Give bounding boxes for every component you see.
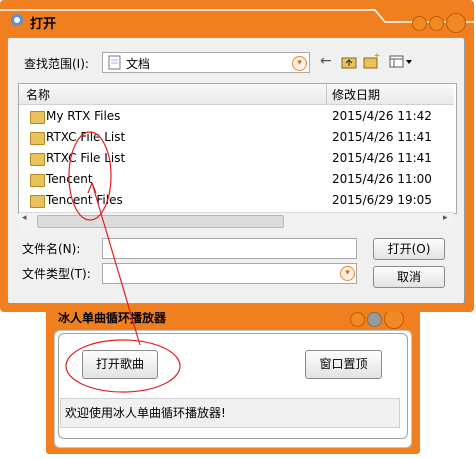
annotation-circle-open-song (65, 339, 181, 393)
annotation-arrow-line (91, 182, 141, 346)
annotation-arrow-head (87, 182, 97, 194)
annotation-overlay (65, 131, 181, 393)
annotation-circle-files (68, 131, 112, 221)
